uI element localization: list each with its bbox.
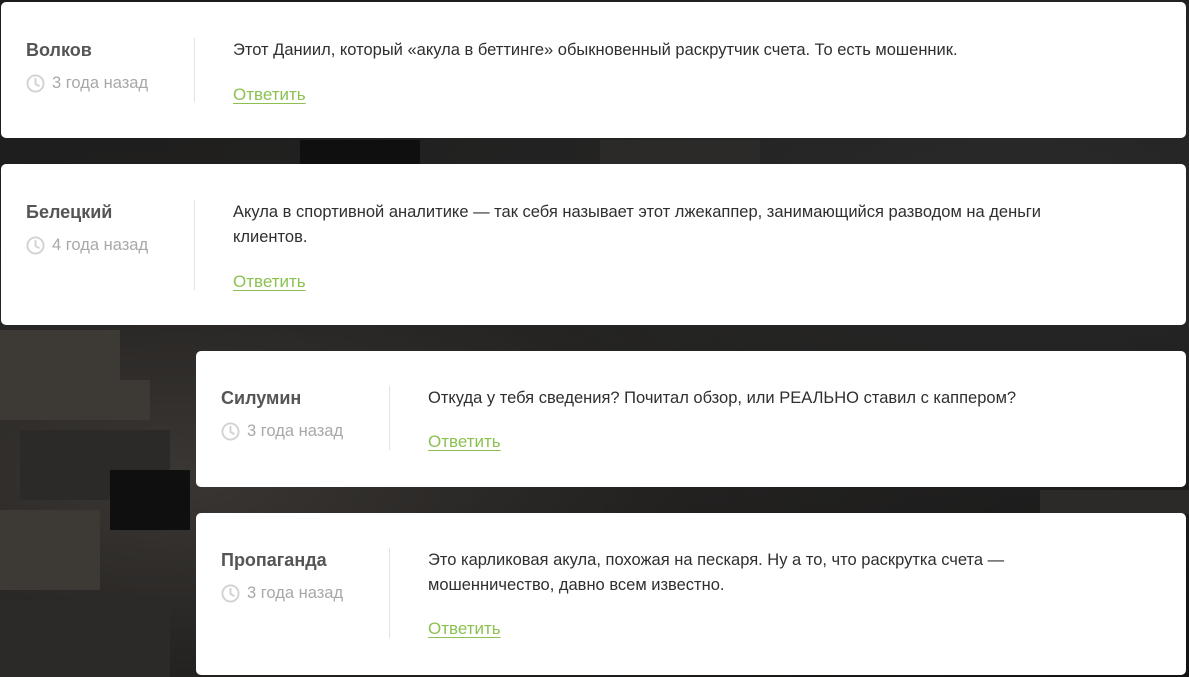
comment-card: Волков 3 года назад Этот Даниил, который… <box>1 2 1186 138</box>
comment-card-reply: Пропаганда 3 года назад Это карликовая а… <box>196 513 1186 675</box>
comment-author: Белецкий <box>26 202 113 222</box>
comment-divider <box>194 200 195 290</box>
clock-icon <box>221 422 240 441</box>
comment-time-label: 3 года назад <box>247 584 344 602</box>
comment-card-reply: Силумин 3 года назад Откуда у тебя сведе… <box>196 351 1186 487</box>
comment-text: Откуда у тебя сведения? Почитал обзор, и… <box>428 389 1017 407</box>
comment-text: Акула в спортивной аналитике — так себя … <box>233 203 1042 246</box>
comment-time: 4 года назад <box>26 236 148 255</box>
comment-time: 3 года назад <box>26 74 148 93</box>
comment-time-label: 3 года назад <box>247 422 344 440</box>
reply-link[interactable]: Ответить <box>428 432 501 452</box>
clock-icon <box>221 584 240 603</box>
clock-icon <box>26 236 45 255</box>
comment-text: Этот Даниил, который «акула в беттинге» … <box>233 41 958 59</box>
comment-time-label: 3 года назад <box>52 74 149 92</box>
comment-time-label: 4 года назад <box>52 236 149 254</box>
comment-author: Силумин <box>221 388 302 408</box>
comment-time: 3 года назад <box>221 584 343 603</box>
comment-text: Это карликовая акула, похожая на пескаря… <box>428 551 1005 594</box>
comment-divider <box>194 38 195 102</box>
reply-link[interactable]: Ответить <box>233 272 306 292</box>
comment-author: Волков <box>26 40 92 60</box>
clock-icon <box>26 74 45 93</box>
comment-divider <box>389 548 390 638</box>
comment-time: 3 года назад <box>221 422 343 441</box>
comment-card: Белецкий 4 года назад Акула в спортивной… <box>1 164 1186 325</box>
reply-link[interactable]: Ответить <box>428 619 501 639</box>
comment-divider <box>389 386 390 450</box>
reply-link[interactable]: Ответить <box>233 85 306 105</box>
comment-author: Пропаганда <box>221 550 327 570</box>
